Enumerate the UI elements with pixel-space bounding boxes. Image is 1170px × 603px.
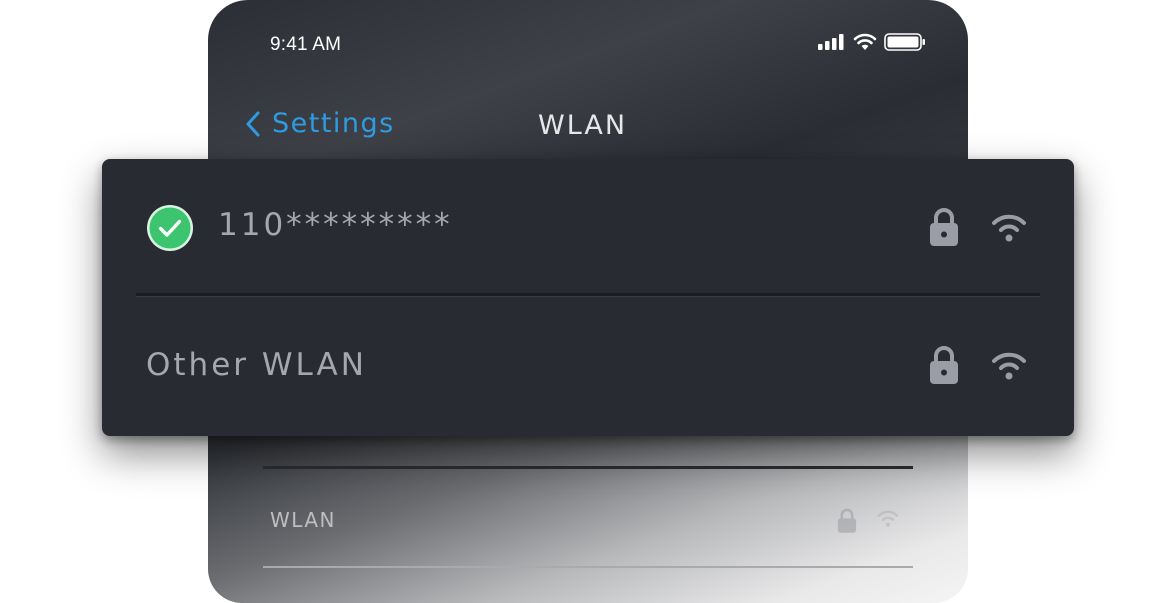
network-list-card: 110********* Other WLAN — [102, 159, 1074, 436]
background-list-item: WLAN — [270, 508, 910, 536]
wifi-icon — [877, 510, 899, 527]
screen: 9:41 AM Settings WLAN WLAN 110********* … — [0, 0, 1170, 603]
lock-icon — [837, 508, 857, 533]
network-row-connected[interactable]: 110********* — [102, 159, 1074, 289]
other-network-row[interactable]: Other WLAN — [102, 299, 1074, 429]
battery-icon — [884, 33, 925, 51]
cellular-signal-icon — [818, 34, 844, 50]
network-name: 110********* — [218, 207, 453, 243]
background-divider — [263, 566, 913, 568]
wifi-icon — [992, 352, 1026, 380]
page-title: WLAN — [538, 110, 628, 141]
background-row-icons — [836, 508, 900, 534]
back-button[interactable]: Settings — [244, 108, 395, 139]
background-row-label: WLAN — [270, 508, 337, 532]
list-divider — [136, 293, 1040, 297]
back-button-label: Settings — [272, 108, 395, 139]
wifi-icon — [992, 214, 1026, 242]
other-network-label: Other WLAN — [146, 347, 367, 383]
background-divider — [263, 466, 913, 469]
status-icons — [818, 33, 926, 51]
wifi-icon — [853, 33, 877, 50]
lock-icon — [930, 208, 958, 246]
status-time: 9:41 AM — [270, 34, 342, 55]
lock-icon — [930, 346, 958, 384]
checkmark-icon — [147, 205, 193, 251]
chevron-left-icon — [246, 111, 260, 136]
